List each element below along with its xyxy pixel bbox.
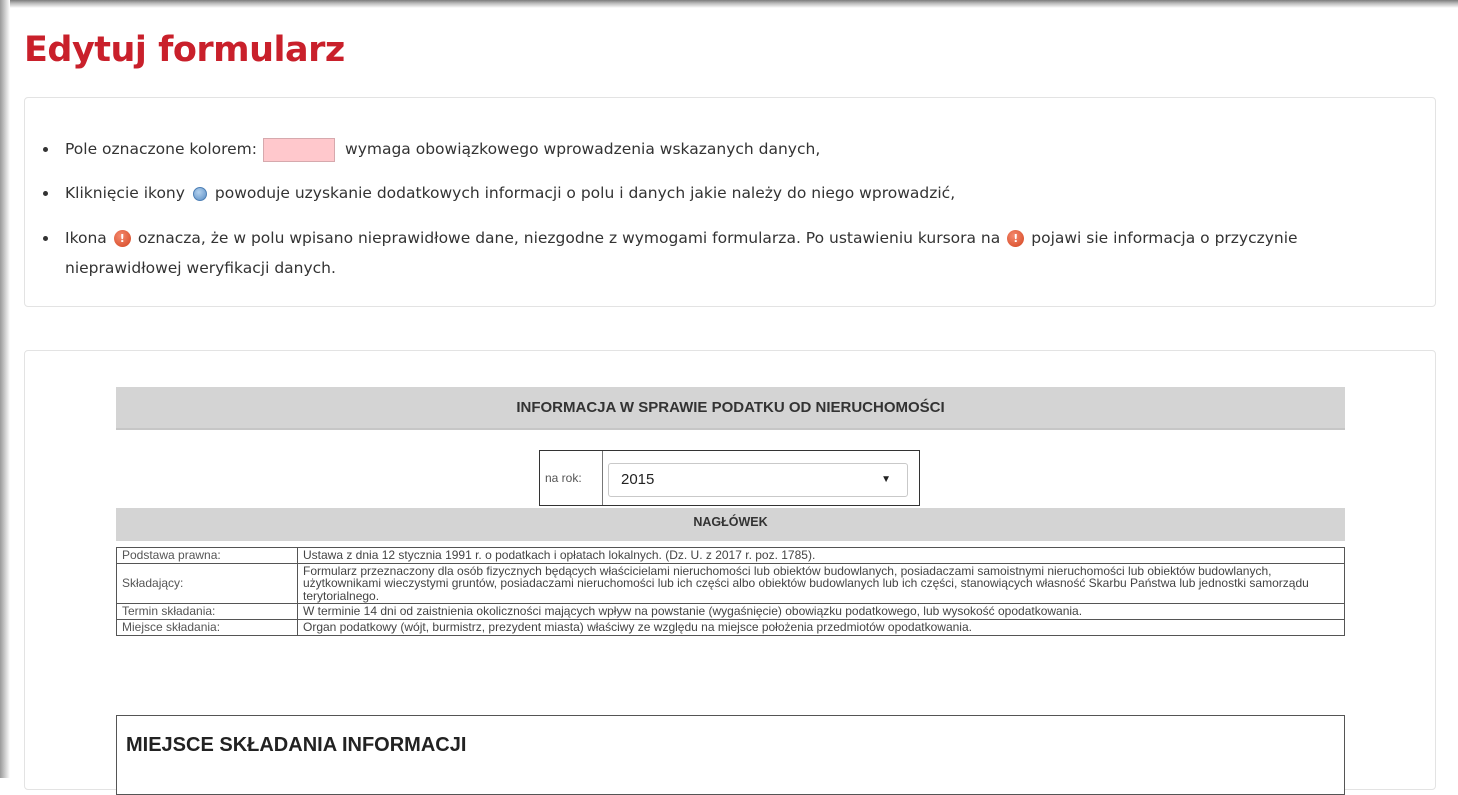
row-value: Formularz przeznaczony dla osób fizyczny…: [297, 562, 1345, 605]
header-info-table: Podstawa prawna: Ustawa z dnia 12 styczn…: [116, 547, 1345, 636]
section-header: NAGŁÓWEK: [116, 508, 1345, 541]
year-separator: [602, 451, 603, 505]
legend-item-info: Kliknięcie ikony powoduje uzyskanie dodat…: [43, 178, 1405, 208]
window-left-edge: [0, 0, 10, 778]
legend-panel: Pole oznaczone kolorem: wymaga obowiązkow…: [24, 97, 1436, 307]
row-value: Organ podatkowy (wójt, burmistrz, prezyd…: [297, 618, 1345, 636]
table-row: Składający: Formularz przeznaczony dla o…: [116, 562, 1345, 605]
year-select-value: 2015: [621, 471, 655, 488]
year-label: na rok:: [545, 471, 582, 485]
required-color-swatch: [263, 137, 336, 162]
row-label: Miejsce składania:: [116, 618, 298, 636]
table-row: Termin składania: W terminie 14 dni od z…: [116, 603, 1345, 620]
year-field-group: na rok: 2015 ▼: [539, 450, 920, 506]
row-label: Termin składania:: [116, 603, 298, 620]
legend-text: Kliknięcie ikony: [65, 184, 185, 202]
row-label: Podstawa prawna:: [116, 547, 298, 564]
page-title: Edytuj formularz: [24, 30, 345, 70]
table-row: Miejsce składania: Organ podatkowy (wójt…: [116, 618, 1345, 636]
info-icon: [192, 186, 207, 201]
legend-item-error: Ikona! oznacza, że w polu wpisano niepraw…: [43, 223, 1405, 283]
place-section: MIEJSCE SKŁADANIA INFORMACJI: [116, 715, 1345, 795]
legend-item-required: Pole oznaczone kolorem: wymaga obowiązkow…: [43, 134, 1405, 164]
row-value: W terminie 14 dni od zaistnienia okolicz…: [297, 603, 1345, 620]
legend-text: wymaga obowiązkowego wprowadzenia wskaza…: [345, 140, 821, 158]
error-icon: !: [113, 230, 131, 247]
legend-text: Ikona: [65, 229, 107, 247]
legend-text: powoduje uzyskanie dodatkowych informacj…: [214, 184, 956, 202]
chevron-down-icon: ▼: [881, 474, 891, 485]
legend-text: Pole oznaczone kolorem:: [65, 140, 258, 158]
window-top-shadow: [0, 0, 1458, 8]
row-label: Składający:: [116, 562, 298, 605]
row-value: Ustawa z dnia 12 stycznia 1991 r. o poda…: [297, 547, 1345, 564]
legend-text: oznacza, że w polu wpisano nieprawidłowe…: [137, 229, 1001, 247]
table-row: Podstawa prawna: Ustawa z dnia 12 styczn…: [116, 547, 1345, 564]
year-select[interactable]: 2015 ▼: [608, 463, 908, 497]
form-banner: INFORMACJA W SPRAWIE PODATKU OD NIERUCHO…: [116, 387, 1345, 430]
error-icon: !: [1007, 230, 1025, 247]
place-section-title: MIEJSCE SKŁADANIA INFORMACJI: [126, 734, 467, 756]
